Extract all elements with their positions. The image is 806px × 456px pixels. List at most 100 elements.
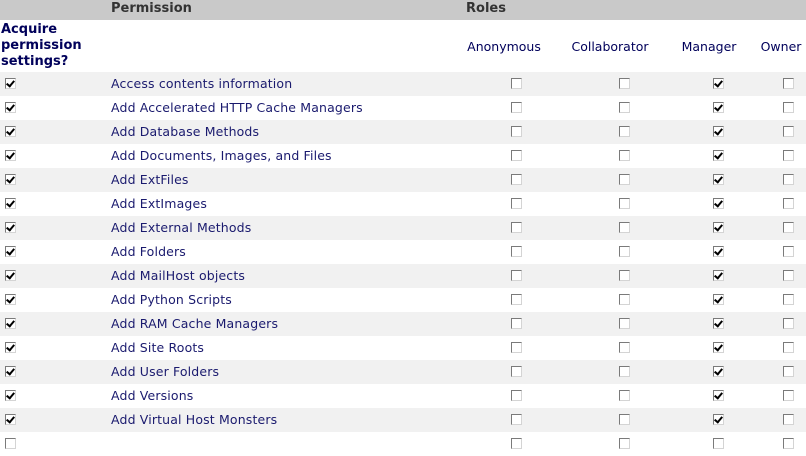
acquire-checkbox[interactable] bbox=[5, 366, 16, 377]
role-checkbox-anonymous[interactable] bbox=[511, 246, 522, 257]
permission-link[interactable]: Add Site Roots bbox=[111, 336, 204, 360]
table-row bbox=[0, 432, 806, 456]
role-checkbox-owner[interactable] bbox=[783, 102, 794, 113]
acquire-checkbox[interactable] bbox=[5, 102, 16, 113]
role-checkbox-collaborator[interactable] bbox=[619, 102, 630, 113]
role-checkbox-anonymous[interactable] bbox=[511, 270, 522, 281]
permission-link[interactable]: Add Versions bbox=[111, 384, 193, 408]
role-checkbox-owner[interactable] bbox=[783, 126, 794, 137]
role-checkbox-anonymous[interactable] bbox=[511, 414, 522, 425]
role-checkbox-owner[interactable] bbox=[783, 174, 794, 185]
role-checkbox-collaborator[interactable] bbox=[619, 150, 630, 161]
role-checkbox-manager[interactable] bbox=[713, 414, 724, 425]
permission-link[interactable]: Add Python Scripts bbox=[111, 288, 232, 312]
role-checkbox-anonymous[interactable] bbox=[511, 222, 522, 233]
role-checkbox-collaborator[interactable] bbox=[619, 438, 630, 449]
role-checkbox-manager[interactable] bbox=[713, 270, 724, 281]
role-checkbox-owner[interactable] bbox=[783, 270, 794, 281]
acquire-checkbox[interactable] bbox=[5, 246, 16, 257]
table-row: Add Virtual Host Monsters bbox=[0, 408, 806, 432]
role-checkbox-anonymous[interactable] bbox=[511, 294, 522, 305]
role-checkbox-manager[interactable] bbox=[713, 174, 724, 185]
role-checkbox-collaborator[interactable] bbox=[619, 174, 630, 185]
role-checkbox-manager[interactable] bbox=[713, 102, 724, 113]
acquire-checkbox[interactable] bbox=[5, 198, 16, 209]
role-checkbox-manager[interactable] bbox=[713, 78, 724, 89]
role-checkbox-collaborator[interactable] bbox=[619, 318, 630, 329]
role-checkbox-manager[interactable] bbox=[713, 342, 724, 353]
permission-link[interactable]: Add ExtFiles bbox=[111, 168, 189, 192]
role-checkbox-collaborator[interactable] bbox=[619, 78, 630, 89]
role-checkbox-owner[interactable] bbox=[783, 438, 794, 449]
acquire-checkbox[interactable] bbox=[5, 222, 16, 233]
role-checkbox-manager[interactable] bbox=[713, 294, 724, 305]
role-checkbox-collaborator[interactable] bbox=[619, 222, 630, 233]
role-checkbox-owner[interactable] bbox=[783, 78, 794, 89]
role-header-collaborator: Collaborator bbox=[571, 39, 649, 54]
role-checkbox-collaborator[interactable] bbox=[619, 294, 630, 305]
role-checkbox-collaborator[interactable] bbox=[619, 414, 630, 425]
role-checkbox-manager[interactable] bbox=[713, 150, 724, 161]
role-checkbox-owner[interactable] bbox=[783, 318, 794, 329]
role-checkbox-collaborator[interactable] bbox=[619, 270, 630, 281]
role-checkbox-manager[interactable] bbox=[713, 198, 724, 209]
role-checkbox-anonymous[interactable] bbox=[511, 78, 522, 89]
role-checkbox-collaborator[interactable] bbox=[619, 246, 630, 257]
role-checkbox-owner[interactable] bbox=[783, 342, 794, 353]
role-checkbox-owner[interactable] bbox=[783, 150, 794, 161]
role-checkbox-anonymous[interactable] bbox=[511, 318, 522, 329]
role-checkbox-anonymous[interactable] bbox=[511, 150, 522, 161]
role-checkbox-owner[interactable] bbox=[783, 414, 794, 425]
role-checkbox-manager[interactable] bbox=[713, 126, 724, 137]
role-checkbox-owner[interactable] bbox=[783, 198, 794, 209]
acquire-checkbox[interactable] bbox=[5, 438, 16, 449]
role-checkbox-owner[interactable] bbox=[783, 222, 794, 233]
role-checkbox-collaborator[interactable] bbox=[619, 198, 630, 209]
permission-link[interactable]: Add MailHost objects bbox=[111, 264, 245, 288]
permission-link[interactable]: Add Database Methods bbox=[111, 120, 259, 144]
role-checkbox-manager[interactable] bbox=[713, 438, 724, 449]
role-checkbox-collaborator[interactable] bbox=[619, 342, 630, 353]
acquire-checkbox[interactable] bbox=[5, 78, 16, 89]
acquire-checkbox[interactable] bbox=[5, 318, 16, 329]
permission-link[interactable]: Add Documents, Images, and Files bbox=[111, 144, 332, 168]
role-checkbox-collaborator[interactable] bbox=[619, 366, 630, 377]
role-checkbox-owner[interactable] bbox=[783, 366, 794, 377]
role-checkbox-anonymous[interactable] bbox=[511, 126, 522, 137]
role-checkbox-manager[interactable] bbox=[713, 318, 724, 329]
permission-link[interactable]: Add External Methods bbox=[111, 216, 251, 240]
role-checkbox-anonymous[interactable] bbox=[511, 342, 522, 353]
acquire-checkbox[interactable] bbox=[5, 414, 16, 425]
permission-column-header: Permission bbox=[111, 1, 192, 16]
role-checkbox-manager[interactable] bbox=[713, 222, 724, 233]
acquire-checkbox[interactable] bbox=[5, 390, 16, 401]
permission-link[interactable]: Add RAM Cache Managers bbox=[111, 312, 278, 336]
role-checkbox-collaborator[interactable] bbox=[619, 390, 630, 401]
role-checkbox-manager[interactable] bbox=[713, 246, 724, 257]
acquire-checkbox[interactable] bbox=[5, 150, 16, 161]
role-checkbox-anonymous[interactable] bbox=[511, 438, 522, 449]
acquire-checkbox[interactable] bbox=[5, 294, 16, 305]
role-checkbox-collaborator[interactable] bbox=[619, 126, 630, 137]
permission-link[interactable]: Add Accelerated HTTP Cache Managers bbox=[111, 96, 363, 120]
role-checkbox-anonymous[interactable] bbox=[511, 174, 522, 185]
acquire-checkbox[interactable] bbox=[5, 270, 16, 281]
permission-link[interactable]: Access contents information bbox=[111, 72, 292, 96]
acquire-checkbox[interactable] bbox=[5, 342, 16, 353]
role-checkbox-manager[interactable] bbox=[713, 366, 724, 377]
permission-link[interactable]: Add ExtImages bbox=[111, 192, 207, 216]
permission-link[interactable]: Add Virtual Host Monsters bbox=[111, 408, 277, 432]
role-checkbox-owner[interactable] bbox=[783, 294, 794, 305]
role-checkbox-owner[interactable] bbox=[783, 246, 794, 257]
role-checkbox-manager[interactable] bbox=[713, 390, 724, 401]
role-checkbox-anonymous[interactable] bbox=[511, 102, 522, 113]
role-header-manager: Manager bbox=[681, 39, 737, 54]
role-checkbox-anonymous[interactable] bbox=[511, 198, 522, 209]
role-checkbox-anonymous[interactable] bbox=[511, 390, 522, 401]
acquire-checkbox[interactable] bbox=[5, 126, 16, 137]
permission-link[interactable]: Add User Folders bbox=[111, 360, 219, 384]
acquire-checkbox[interactable] bbox=[5, 174, 16, 185]
permission-link[interactable]: Add Folders bbox=[111, 240, 186, 264]
role-checkbox-owner[interactable] bbox=[783, 390, 794, 401]
role-checkbox-anonymous[interactable] bbox=[511, 366, 522, 377]
